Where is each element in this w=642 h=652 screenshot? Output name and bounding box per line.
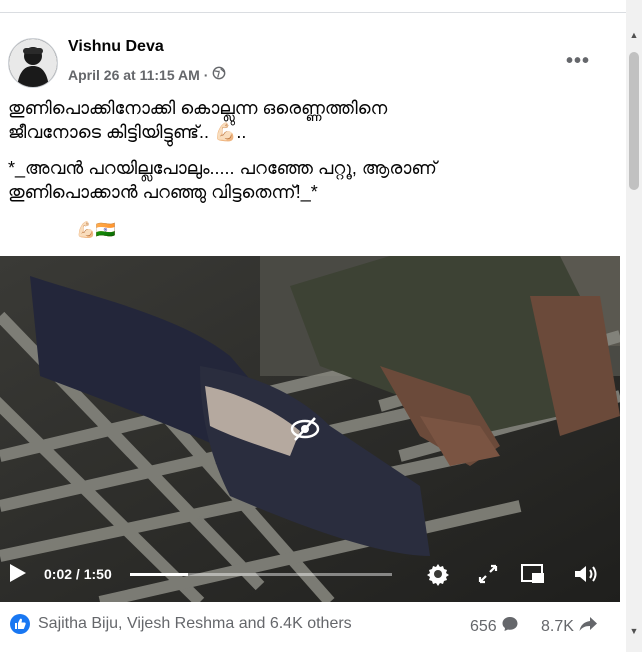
like-icon[interactable] [10,614,30,634]
scroll-up-icon[interactable]: ▲ [629,30,639,40]
meta-separator: · [203,66,209,83]
emoji-line: 💪🏻🇮🇳 [76,222,116,239]
post-meta: April 26 at 11:15 AM · [68,66,226,83]
comment-icon [501,615,519,638]
gear-icon[interactable] [426,562,450,586]
scroll-down-icon[interactable]: ▼ [629,626,639,636]
author-name[interactable]: Vishnu Deva [68,38,164,56]
post-date[interactable]: April 26 at 11:15 AM [68,67,200,83]
eye-slash-icon[interactable] [290,416,320,447]
post-footer: Sajitha Biju, Vijesh Reshma and 6.4K oth… [8,612,608,638]
post-text-line: *_അവൻ പറയില്ലപോലും..... പറഞ്ഞേ പറ്റൂ, ആര… [8,158,437,178]
reactions-summary[interactable]: Sajitha Biju, Vijesh Reshma and 6.4K oth… [38,615,352,633]
comment-count: 656 [470,617,497,635]
progress-fill [130,573,188,576]
play-icon[interactable] [10,564,26,582]
share-icon [578,615,598,638]
more-options-icon[interactable]: ••• [566,50,590,73]
scrollbar[interactable]: ▲ ▼ [626,0,642,652]
share-count: 8.7K [541,617,574,635]
globe-icon [212,66,226,83]
video-time: 0:02 / 1:50 [44,566,112,582]
post-text: തുണിപൊക്കിനോക്കി കൊല്ലുന്ന ഒരെണ്ണത്തിനെ … [8,96,608,204]
picture-in-picture-icon[interactable] [520,562,544,586]
volume-icon[interactable] [572,562,597,586]
post-text-line: ജീവനോടെ കിട്ടിയിട്ടുണ്ട്.. 💪🏻.. [8,122,247,142]
progress-bar[interactable] [130,573,392,576]
current-time: 0:02 [44,566,73,582]
author-avatar[interactable] [8,38,58,88]
post-text-line: തുണിപൊക്കാൻ പറഞ്ഞു വിട്ടതെന്ന്!_* [8,182,318,202]
scroll-thumb[interactable] [629,52,639,190]
video-controls: 0:02 / 1:50 [0,548,620,602]
duration: 1:50 [83,566,112,582]
top-divider [0,12,626,13]
expand-icon[interactable] [476,562,500,586]
share-count-group[interactable]: 8.7K [541,615,598,638]
post-header: Vishnu Deva April 26 at 11:15 AM · [8,36,608,92]
time-separator: / [75,566,80,582]
post-text-line: തുണിപൊക്കിനോക്കി കൊല്ലുന്ന ഒരെണ്ണത്തിനെ [8,98,388,118]
comment-count-group[interactable]: 656 [470,615,519,638]
